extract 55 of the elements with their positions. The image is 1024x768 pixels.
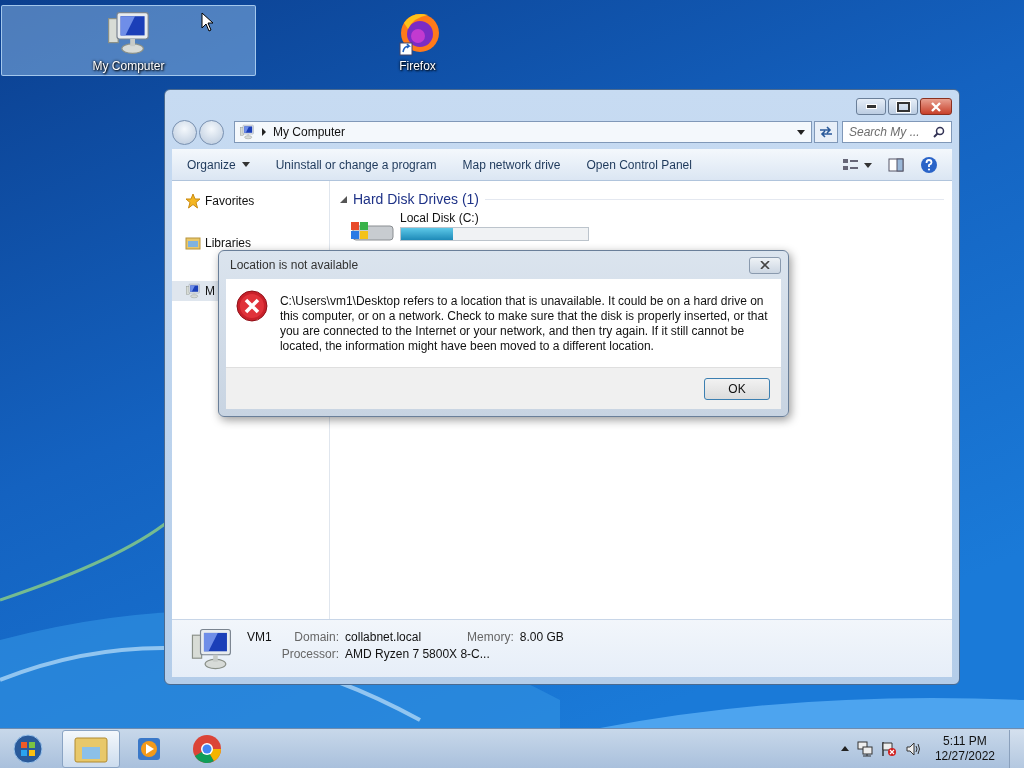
drive-item[interactable]: Local Disk (C:) [348,211,598,241]
field-value: 8.00 GB [519,630,564,644]
close-button[interactable] [920,98,952,115]
sidebar-item[interactable]: Libraries [172,233,329,253]
error-icon [236,290,268,322]
flag-icon[interactable] [880,740,897,757]
field-label: Memory: [467,630,514,644]
caret-icon [241,162,250,167]
close-icon [760,261,770,269]
clock[interactable]: 5:11 PM 12/27/2022 [928,733,1001,764]
toolbar-button[interactable]: Open Control Panel [575,153,703,176]
computer-icon [239,124,255,140]
chrome-icon [192,733,222,764]
clock-date: 12/27/2022 [934,748,995,764]
caret-up-icon[interactable] [840,746,849,751]
group-heading: Hard Disk Drives (1) [353,191,479,207]
folder-icon [74,734,108,763]
star-icon [185,193,201,209]
close-button[interactable] [749,256,781,274]
field-label: Processor: [281,647,340,661]
hard-drive-icon [348,221,396,241]
address-text: My Computer [273,125,346,139]
dropdown-arrow-icon[interactable] [797,129,805,135]
close-icon [930,101,942,112]
refresh-button[interactable] [814,121,838,143]
dialog-title: Location is not available [229,258,359,272]
shortcut-label: Firefox [399,58,436,73]
toolbar-button[interactable]: Uninstall or change a program [264,153,448,176]
field-label: Domain: [293,630,340,644]
clock-time: 5:11 PM [943,733,987,749]
field-value: AMD Ryzen 7 5800X 8-C... [345,647,491,661]
shortcut-label: My Computer [92,58,165,73]
chevron-icon [261,128,267,136]
toolbar-button[interactable]: Organize [176,153,261,176]
folder-icon [185,235,201,251]
search-icon [933,126,945,138]
collapse-triangle-icon[interactable] [340,195,347,203]
search-field[interactable]: Search My ... [842,121,952,143]
mouse-pointer-icon [201,12,215,32]
play-icon [136,735,162,762]
desktop-shortcut[interactable]: Firefox [290,5,545,76]
speaker-icon[interactable] [904,740,921,757]
arrows-icon [818,125,834,139]
computer-name: VM1 [247,630,272,646]
network-icon[interactable] [856,740,873,757]
error-message: C:\Users\vm1\Desktop refers to a location that is unavailable. It could be on a hard drive on this computer, or on a network. Check to make sure that the disk is properly inserted, or that you are connected to the Internet or your network, and then try again. If it still cannot be located, the information might have been moved to a different location. [279,294,769,354]
ok-button[interactable]: OK [704,377,770,400]
sidebar-item[interactable]: Favorites [172,191,329,211]
desktop-shortcut[interactable]: My Computer [1,5,256,76]
field-value: collabnet.local [345,630,422,644]
minimize-button[interactable] [856,98,886,115]
toolbar-button[interactable]: Map network drive [451,153,572,176]
address-bar[interactable]: My Computer [234,121,812,143]
drive-name: Local Disk (C:) [400,211,480,225]
maximize-button[interactable] [888,98,918,115]
